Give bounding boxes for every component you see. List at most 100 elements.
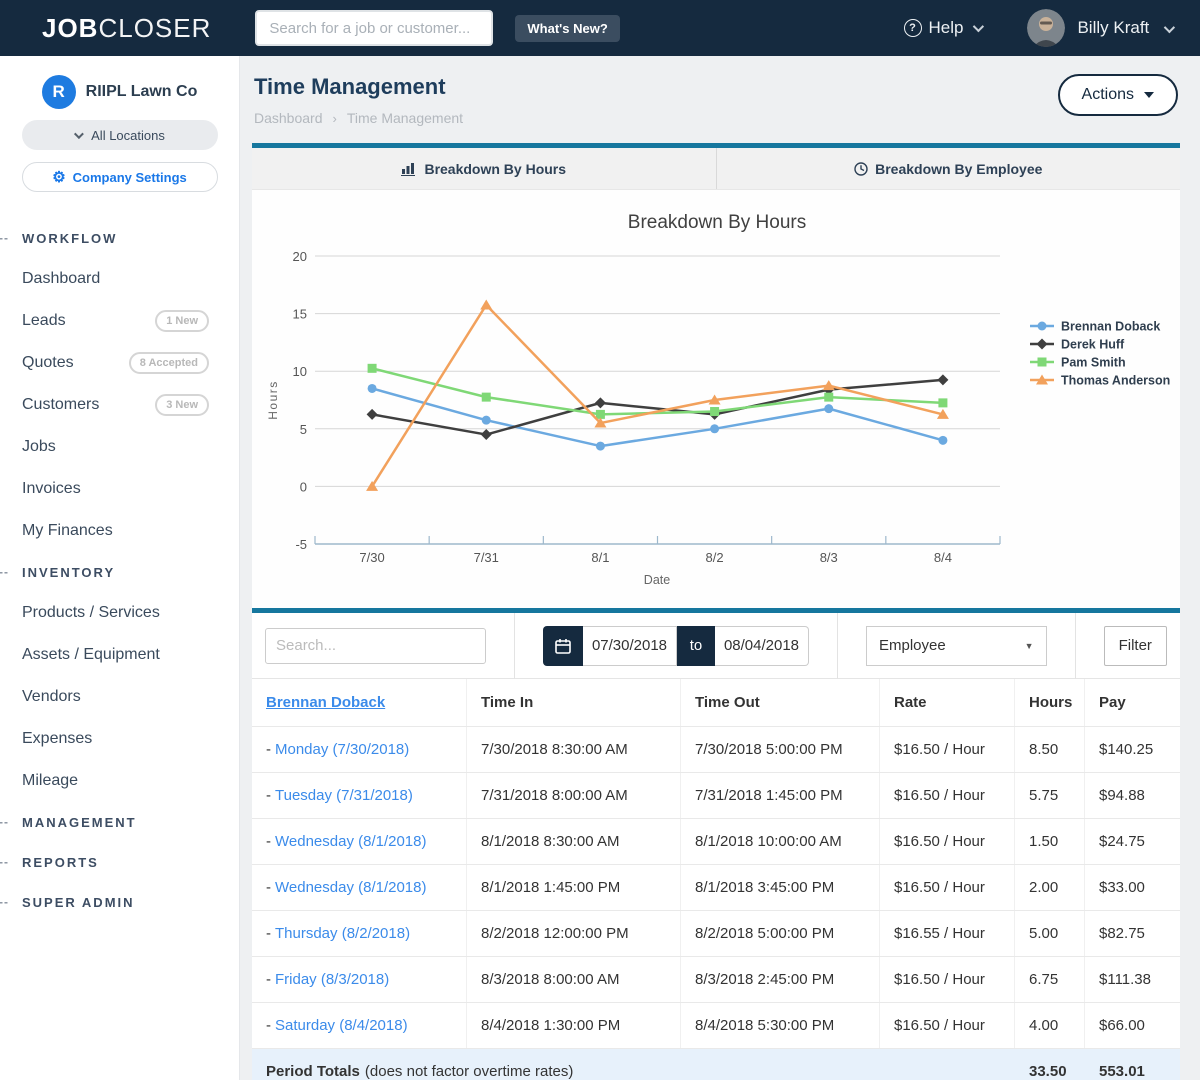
- svg-text:5: 5: [300, 422, 307, 437]
- sidebar-section-inventory[interactable]: ---INVENTORY: [0, 552, 239, 592]
- sidebar-item-label: Leads: [22, 312, 66, 330]
- section-dash-icon: ---: [0, 815, 9, 829]
- sidebar-item-label: Expenses: [22, 730, 92, 748]
- table-row: -Wednesday (8/1/2018)8/1/2018 8:30:00 AM…: [252, 819, 1180, 865]
- sidebar: R RIIPL Lawn Co All Locations ⚙ Company …: [0, 56, 240, 1080]
- tab-breakdown-by-hours[interactable]: Breakdown By Hours: [252, 148, 716, 189]
- table-row: -Tuesday (7/31/2018)7/31/2018 8:00:00 AM…: [252, 773, 1180, 819]
- cell-time-out: 8/3/2018 2:45:00 PM: [681, 957, 880, 1002]
- sidebar-item-expenses[interactable]: Expenses: [0, 718, 239, 760]
- actions-label: Actions: [1082, 86, 1134, 104]
- sidebar-nav: ---WORKFLOWDashboardLeads1 NewQuotes8 Ac…: [0, 218, 239, 922]
- svg-text:15: 15: [293, 307, 307, 322]
- cell-day: -Tuesday (7/31/2018): [252, 773, 467, 818]
- sidebar-item-jobs[interactable]: Jobs: [0, 426, 239, 468]
- sidebar-item-products-services[interactable]: Products / Services: [0, 592, 239, 634]
- date-from-input[interactable]: [583, 626, 677, 666]
- help-menu[interactable]: ? Help: [904, 18, 982, 38]
- breadcrumb-dashboard[interactable]: Dashboard: [254, 110, 323, 126]
- cell-time-in: 7/30/2018 8:30:00 AM: [467, 727, 681, 772]
- actions-button[interactable]: Actions: [1058, 74, 1178, 116]
- cell-rate: $16.50 / Hour: [880, 1003, 1015, 1048]
- x-axis-label: Date: [644, 573, 670, 587]
- breakdown-by-hours-chart: Breakdown By Hours20151050-57/307/318/18…: [252, 190, 1180, 608]
- table-row: -Saturday (8/4/2018)8/4/2018 1:30:00 PM8…: [252, 1003, 1180, 1049]
- user-avatar[interactable]: [1027, 9, 1065, 47]
- day-link[interactable]: Thursday (8/2/2018): [275, 925, 410, 942]
- logo-light: CLOSER: [98, 13, 211, 43]
- svg-text:8/4: 8/4: [934, 550, 952, 565]
- legend-label: Derek Huff: [1061, 338, 1125, 352]
- day-link[interactable]: Friday (8/3/2018): [275, 971, 389, 988]
- sidebar-section-reports[interactable]: ---REPORTS: [0, 842, 239, 882]
- breadcrumb: Dashboard › Time Management: [254, 110, 1178, 126]
- cell-hours: 4.00: [1015, 1003, 1085, 1048]
- sidebar-item-dashboard[interactable]: Dashboard: [0, 258, 239, 300]
- day-link[interactable]: Tuesday (7/31/2018): [275, 787, 413, 804]
- period-totals-label: Period Totals(does not factor overtime r…: [252, 1049, 1015, 1080]
- table-row: -Wednesday (8/1/2018)8/1/2018 1:45:00 PM…: [252, 865, 1180, 911]
- sidebar-item-invoices[interactable]: Invoices: [0, 468, 239, 510]
- sidebar-section-management[interactable]: --- MANAGEMENT: [0, 802, 239, 842]
- divider: [837, 613, 838, 679]
- day-link[interactable]: Wednesday (8/1/2018): [275, 833, 427, 850]
- tab-breakdown-by-employee[interactable]: Breakdown By Employee: [716, 148, 1181, 189]
- svg-text:0: 0: [300, 479, 307, 494]
- sidebar-item-label: Products / Services: [22, 604, 160, 622]
- sidebar-item-label: Mileage: [22, 772, 78, 790]
- sidebar-item-quotes[interactable]: Quotes8 Accepted: [0, 342, 239, 384]
- series-line: [372, 388, 943, 446]
- group-by-select[interactable]: Employee ▼: [866, 626, 1047, 666]
- day-link[interactable]: Wednesday (8/1/2018): [275, 879, 427, 896]
- day-dash: -: [266, 879, 271, 896]
- sidebar-item-vendors[interactable]: Vendors: [0, 676, 239, 718]
- locations-label: All Locations: [91, 128, 165, 143]
- sidebar-item-mileage[interactable]: Mileage: [0, 760, 239, 802]
- svg-text:20: 20: [293, 249, 307, 264]
- legend-label: Thomas Anderson: [1061, 374, 1170, 388]
- sidebar-item-customers[interactable]: Customers3 New: [0, 384, 239, 426]
- day-link[interactable]: Saturday (8/4/2018): [275, 1017, 408, 1034]
- cell-time-out: 8/1/2018 10:00:00 AM: [681, 819, 880, 864]
- chart-svg: Breakdown By Hours20151050-57/307/318/18…: [252, 190, 1180, 608]
- section-dash-icon: ---: [0, 895, 9, 909]
- table-search-input[interactable]: [265, 628, 486, 664]
- filter-button[interactable]: Filter: [1104, 626, 1167, 666]
- sidebar-section-super-admin[interactable]: ---SUPER ADMIN: [0, 882, 239, 922]
- legend-item-pam-smith[interactable]: Pam Smith: [1030, 356, 1126, 370]
- sidebar-section-label: MANAGEMENT: [22, 815, 137, 830]
- help-label: Help: [929, 18, 964, 38]
- chart-panel: Breakdown By Hours Breakdown By Employee…: [252, 143, 1180, 608]
- cell-day: -Monday (7/30/2018): [252, 727, 467, 772]
- day-link[interactable]: Monday (7/30/2018): [275, 741, 409, 758]
- global-search-input[interactable]: [255, 10, 493, 46]
- chevron-down-icon: [1164, 22, 1175, 33]
- sidebar-item-my-finances[interactable]: My Finances: [0, 510, 239, 552]
- cell-hours: 8.50: [1015, 727, 1085, 772]
- sidebar-item-assets-equipment[interactable]: Assets / Equipment: [0, 634, 239, 676]
- legend-item-derek-huff[interactable]: Derek Huff: [1030, 338, 1125, 352]
- day-dash: -: [266, 971, 271, 988]
- cell-time-in: 8/4/2018 1:30:00 PM: [467, 1003, 681, 1048]
- series-line: [372, 305, 943, 486]
- company-avatar: R: [42, 75, 76, 109]
- cell-hours: 6.75: [1015, 957, 1085, 1002]
- sidebar-item-leads[interactable]: Leads1 New: [0, 300, 239, 342]
- locations-dropdown[interactable]: All Locations: [22, 120, 218, 150]
- user-menu[interactable]: Billy Kraft: [1077, 18, 1172, 38]
- sidebar-section-workflow[interactable]: ---WORKFLOW: [0, 218, 239, 258]
- cell-time-out: 8/4/2018 5:30:00 PM: [681, 1003, 880, 1048]
- cell-rate: $16.55 / Hour: [880, 911, 1015, 956]
- calendar-button[interactable]: [543, 626, 583, 666]
- legend-item-brennan-doback[interactable]: Brennan Doback: [1030, 320, 1160, 334]
- day-dash: -: [266, 925, 271, 942]
- svg-text:8/2: 8/2: [706, 550, 724, 565]
- employee-link[interactable]: Brennan Doback: [266, 694, 385, 711]
- company-settings-button[interactable]: ⚙ Company Settings: [22, 162, 218, 192]
- svg-text:8/1: 8/1: [591, 550, 609, 565]
- date-to-input[interactable]: [715, 626, 809, 666]
- sidebar-item-label: Invoices: [22, 480, 81, 498]
- whats-new-button[interactable]: What's New?: [515, 15, 619, 42]
- legend-item-thomas-anderson[interactable]: Thomas Anderson: [1030, 374, 1170, 388]
- caret-down-icon: [1144, 92, 1154, 98]
